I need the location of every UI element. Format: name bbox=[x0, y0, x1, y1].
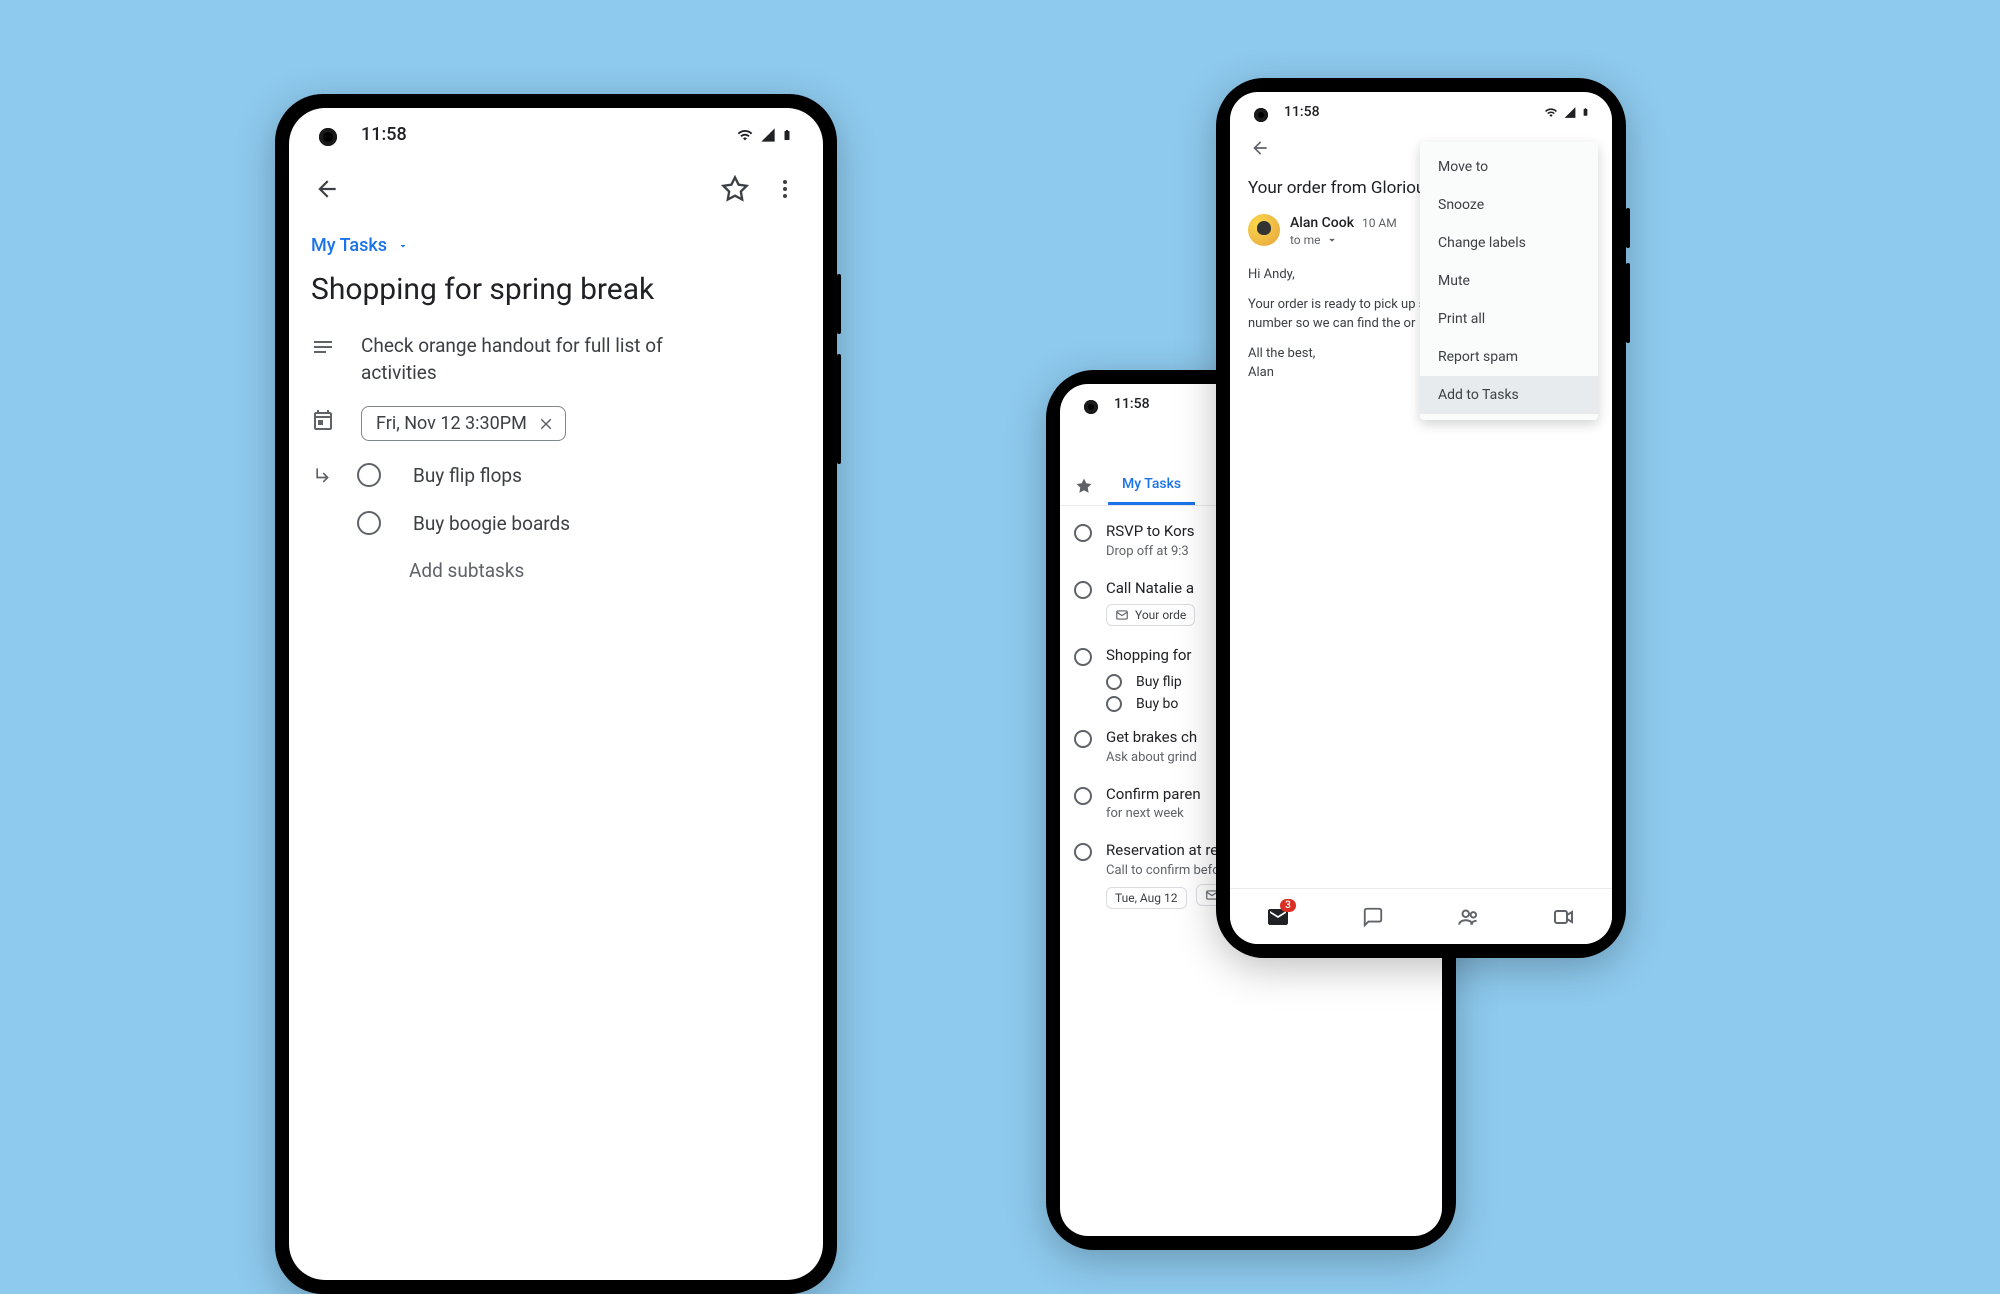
nav-spaces[interactable] bbox=[1451, 904, 1487, 930]
date-chip[interactable]: Fri, Nov 12 3:30PM bbox=[361, 406, 566, 441]
wifi-icon bbox=[735, 127, 755, 143]
camera-hole bbox=[1254, 108, 1268, 122]
menu-item-print-all[interactable]: Print all bbox=[1420, 300, 1598, 338]
camera-hole bbox=[319, 128, 337, 146]
nav-meet[interactable] bbox=[1546, 905, 1582, 929]
nav-chat[interactable] bbox=[1355, 906, 1391, 928]
menu-item-add-to-tasks[interactable]: Add to Tasks bbox=[1420, 376, 1598, 414]
arrow-back-icon bbox=[1250, 138, 1270, 158]
status-time: 11:58 bbox=[1284, 104, 1320, 120]
list-selector[interactable]: My Tasks bbox=[289, 217, 823, 266]
subtask-checkbox[interactable] bbox=[357, 511, 381, 535]
subtask-text[interactable]: Buy boogie boards bbox=[413, 512, 570, 535]
task-checkbox[interactable] bbox=[1074, 787, 1092, 805]
star-icon bbox=[1075, 477, 1093, 495]
subtask-checkbox[interactable] bbox=[357, 463, 381, 487]
bottom-nav: 3 bbox=[1230, 888, 1612, 944]
chat-icon bbox=[1362, 906, 1384, 928]
star-outline-icon bbox=[721, 175, 749, 203]
menu-item-report-spam[interactable]: Report spam bbox=[1420, 338, 1598, 376]
task-checkbox[interactable] bbox=[1074, 524, 1092, 542]
camera-hole bbox=[1084, 400, 1098, 414]
date-icon bbox=[311, 408, 335, 432]
subtask-arrow-icon bbox=[311, 465, 335, 485]
back-button[interactable] bbox=[311, 173, 343, 205]
status-time: 11:58 bbox=[361, 124, 407, 145]
subtask-text[interactable]: Buy flip flops bbox=[413, 464, 522, 487]
sender-name: Alan Cook bbox=[1290, 215, 1354, 231]
star-button[interactable] bbox=[719, 173, 751, 205]
menu-item-change-labels[interactable]: Change labels bbox=[1420, 224, 1598, 262]
task-checkbox[interactable] bbox=[1074, 730, 1092, 748]
mail-badge: 3 bbox=[1280, 899, 1296, 912]
chevron-down-icon bbox=[1325, 233, 1339, 247]
status-bar: 11:58 bbox=[289, 108, 823, 153]
phone-gmail-email: 11:58 Your order from Glorious F Alan Co… bbox=[1216, 78, 1626, 958]
menu-item-mute[interactable]: Mute bbox=[1420, 262, 1598, 300]
more-vert-icon bbox=[773, 177, 797, 201]
task-checkbox[interactable] bbox=[1074, 648, 1092, 666]
battery-icon bbox=[781, 126, 793, 144]
battery-icon bbox=[1581, 105, 1590, 119]
video-icon bbox=[1552, 905, 1576, 929]
nav-mail[interactable]: 3 bbox=[1260, 905, 1296, 929]
clear-date-icon[interactable] bbox=[537, 415, 555, 433]
sender-to[interactable]: to me bbox=[1290, 233, 1397, 247]
date-chip-text: Fri, Nov 12 3:30PM bbox=[376, 413, 527, 434]
status-time: 11:58 bbox=[1114, 396, 1150, 412]
mail-icon bbox=[1115, 608, 1129, 622]
task-checkbox[interactable] bbox=[1074, 843, 1092, 861]
list-name: My Tasks bbox=[311, 235, 387, 256]
dropdown-icon bbox=[397, 240, 409, 252]
arrow-back-icon bbox=[314, 176, 340, 202]
overflow-menu: Move to Snooze Change labels Mute Print … bbox=[1420, 142, 1598, 420]
status-bar: 11:58 bbox=[1230, 92, 1612, 126]
avatar[interactable] bbox=[1248, 214, 1280, 246]
menu-item-move-to[interactable]: Move to bbox=[1420, 148, 1598, 186]
wifi-icon bbox=[1543, 106, 1559, 119]
more-button[interactable] bbox=[769, 173, 801, 205]
task-description[interactable]: Check orange handout for full list of ac… bbox=[361, 333, 721, 386]
task-checkbox[interactable] bbox=[1106, 696, 1122, 712]
people-icon bbox=[1456, 904, 1482, 930]
menu-item-snooze[interactable]: Snooze bbox=[1420, 186, 1598, 224]
signal-icon bbox=[1563, 106, 1577, 119]
task-chip[interactable]: Your orde bbox=[1106, 604, 1195, 626]
task-checkbox[interactable] bbox=[1106, 674, 1122, 690]
back-button[interactable] bbox=[1248, 136, 1272, 160]
sender-time: 10 AM bbox=[1362, 216, 1397, 230]
phone-task-detail: 11:58 My Tasks Shopping for spring break bbox=[275, 94, 837, 1294]
task-title[interactable]: Shopping for spring break bbox=[289, 266, 823, 323]
tab-starred[interactable] bbox=[1060, 466, 1108, 505]
tab-my-tasks[interactable]: My Tasks bbox=[1108, 466, 1195, 505]
signal-icon bbox=[759, 127, 777, 143]
task-checkbox[interactable] bbox=[1074, 581, 1092, 599]
add-subtask-button[interactable]: Add subtasks bbox=[289, 547, 823, 594]
description-icon bbox=[311, 335, 335, 359]
task-chip[interactable]: Tue, Aug 12 bbox=[1106, 887, 1187, 909]
